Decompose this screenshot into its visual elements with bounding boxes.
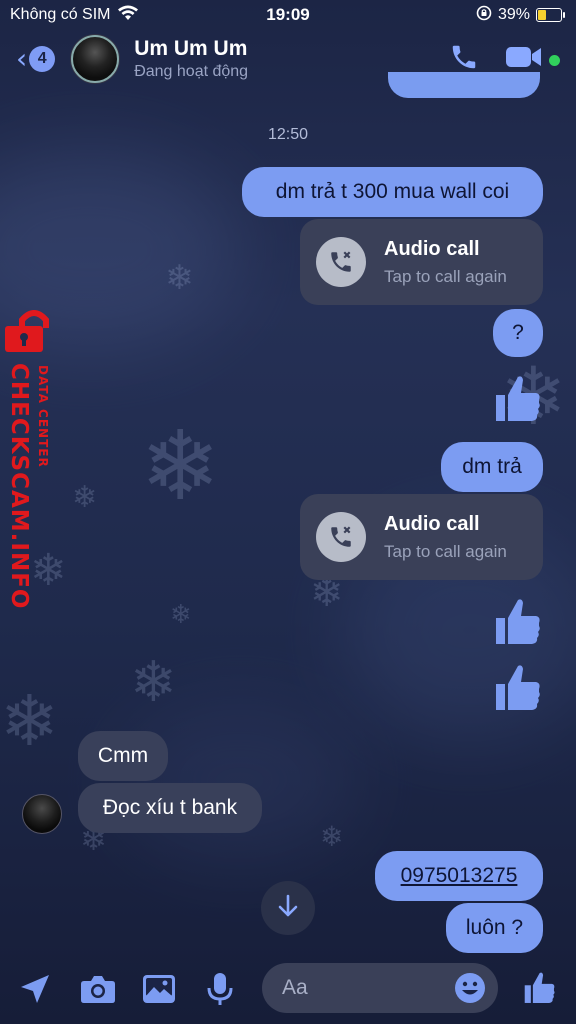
lock-rotation-icon <box>476 5 492 26</box>
online-indicator <box>549 54 560 66</box>
message-bubble-outgoing[interactable]: luôn ? <box>446 903 543 953</box>
message-input-container[interactable] <box>262 963 498 1013</box>
sender-avatar[interactable] <box>22 794 62 834</box>
thumbs-up-icon[interactable] <box>492 373 542 430</box>
snowflake-decoration: ❄ <box>165 258 194 298</box>
message-bubble-outgoing[interactable]: 0975013275 <box>375 851 543 901</box>
microphone-icon[interactable] <box>206 972 234 1006</box>
message-text: dm trả <box>462 455 522 478</box>
previous-message-bubble <box>388 72 540 98</box>
watermark: CHECKSCAM.INFO DATA CENTER <box>2 308 66 609</box>
snowflake-decoration: ❄ <box>140 410 221 522</box>
snowflake-decoration: ❄ <box>170 600 192 630</box>
contact-status: Đang hoạt động <box>134 63 249 80</box>
snowflake-decoration: ❄ <box>72 480 98 515</box>
call-title: Audio call <box>384 237 480 260</box>
contact-avatar[interactable] <box>71 35 120 83</box>
call-subtitle: Tap to call again <box>384 541 507 561</box>
contact-name: Um Um Um <box>134 37 248 60</box>
message-bubble-outgoing[interactable]: ? <box>493 309 543 357</box>
snowflake-decoration: ❄ <box>320 820 344 853</box>
watermark-subtext: DATA CENTER <box>36 365 50 468</box>
thumbs-up-icon[interactable] <box>492 596 542 653</box>
emoji-icon[interactable] <box>454 972 486 1004</box>
message-text: Cmm <box>97 744 149 767</box>
lock-icon <box>5 308 63 359</box>
message-input[interactable] <box>282 976 442 1000</box>
chevron-left-icon: ‹ <box>16 42 28 75</box>
image-icon[interactable] <box>142 973 176 1005</box>
audio-call-card[interactable]: Audio call Tap to call again <box>300 494 543 580</box>
contact-info[interactable]: Um Um Um Đang hoạt động <box>134 37 248 81</box>
message-bubble-outgoing[interactable]: dm trả <box>441 442 543 492</box>
call-text: Audio call Tap to call again <box>384 238 507 287</box>
message-bubble-outgoing[interactable]: dm trả t 300 mua wall coi <box>242 167 543 217</box>
missed-call-icon <box>316 237 366 287</box>
thumbs-up-icon[interactable] <box>492 662 542 719</box>
unread-count-badge: 4 <box>29 46 56 72</box>
snowflake-decoration: ❄ <box>130 650 177 715</box>
battery-percent: 39% <box>497 6 530 23</box>
call-title: Audio call <box>384 512 480 535</box>
back-button[interactable]: ‹ 4 <box>16 42 56 75</box>
time-divider: 12:50 <box>267 126 309 143</box>
message-text: Đọc xíu t bank <box>102 796 238 819</box>
message-bubble-incoming[interactable]: Đọc xíu t bank <box>78 783 262 833</box>
message-bubble-incoming[interactable]: Cmm <box>78 731 168 781</box>
missed-call-icon <box>316 512 366 562</box>
status-right: 39% <box>476 5 565 26</box>
call-text: Audio call Tap to call again <box>384 513 507 562</box>
status-bar: Không có SIM 19:09 39% <box>0 0 576 30</box>
arrow-down-icon <box>277 894 299 923</box>
wifi-icon <box>117 5 139 26</box>
camera-icon[interactable] <box>80 974 116 1004</box>
status-left: Không có SIM <box>10 5 139 26</box>
battery-icon <box>536 8 565 22</box>
message-text: luôn ? <box>465 916 524 939</box>
message-text: ? <box>512 321 524 344</box>
call-subtitle: Tap to call again <box>384 266 507 286</box>
carrier-label: Không có SIM <box>10 6 111 23</box>
audio-call-card[interactable]: Audio call Tap to call again <box>300 219 543 305</box>
scroll-down-button[interactable] <box>261 881 315 935</box>
message-text: dm trả t 300 mua wall coi <box>275 180 510 203</box>
video-icon[interactable] <box>505 44 543 75</box>
watermark-text: CHECKSCAM.INFO <box>6 363 32 610</box>
thumbs-up-icon[interactable] <box>522 970 556 1006</box>
send-location-icon[interactable] <box>18 972 52 1006</box>
snowflake-decoration: ❄ <box>0 680 59 762</box>
phone-number-link[interactable]: 0975013275 <box>401 864 518 888</box>
